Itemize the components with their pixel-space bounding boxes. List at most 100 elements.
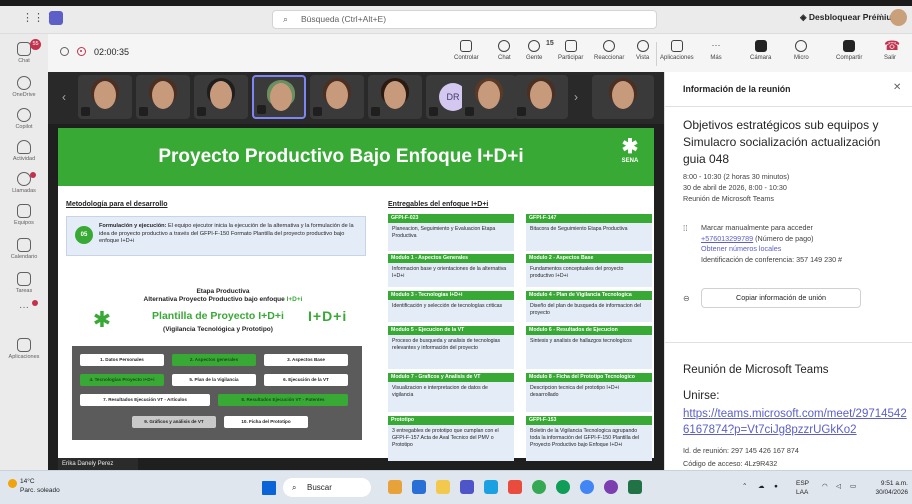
rail-label: OneDrive [12, 92, 36, 98]
people-label: Gente [526, 55, 543, 61]
entregable-body: Proceso de busqueda y analisis de tecnol… [388, 335, 514, 369]
battery-icon[interactable]: ▭ [850, 482, 856, 491]
rail-item-onedrive[interactable]: OneDrive [0, 76, 48, 98]
entregable-body: Identificación y selección de tecnología… [388, 300, 514, 322]
etapa-sub-highlight: I+D+i [286, 296, 303, 303]
weather-widget[interactable]: 14°C Parc. soleado [8, 477, 60, 495]
chat-label: Chat [498, 55, 511, 61]
participant-tile[interactable] [368, 75, 422, 119]
rail-item-copilot[interactable]: Copilot [0, 108, 48, 130]
chat-icon [17, 42, 31, 56]
step-bold: Formulación y ejecución: [99, 223, 167, 229]
meeting-title: Objetivos estratégicos sub equipos y Sim… [683, 118, 881, 166]
participant-tile[interactable] [310, 75, 364, 119]
store-icon[interactable] [508, 480, 522, 494]
clock[interactable]: 9:51 a.m. 30/04/2026 [866, 479, 908, 497]
participant-tile[interactable] [194, 75, 248, 119]
close-icon[interactable]: ✕ [893, 82, 901, 93]
chrome-profile-icon[interactable] [556, 480, 570, 494]
rail-item-activity[interactable]: Actividad [0, 140, 48, 162]
participant-tile[interactable] [136, 75, 190, 119]
teams-taskbar-icon[interactable] [460, 480, 474, 494]
module-button: 3. Aspectos Base [264, 354, 348, 366]
phone-link[interactable]: +576013299789 [701, 234, 753, 243]
share-icon [843, 40, 856, 52]
user-avatar[interactable] [890, 9, 907, 26]
participant-tile[interactable] [514, 75, 568, 119]
entregable-header: Modulo 4 - Plan de Vigilancia Tecnologic… [526, 291, 652, 300]
chat-button[interactable]: Chat [498, 40, 511, 61]
wifi-icon[interactable]: ◠ [822, 482, 828, 491]
join-url-link[interactable]: https://teams.microsoft.com/meet/2971454… [683, 406, 909, 438]
more-options-icon[interactable]: ··· [873, 9, 883, 20]
dialpad-icon: ⁞⁞ [683, 224, 688, 233]
rail-item-chat[interactable]: 55 Chat [0, 39, 48, 64]
language-layout: LAA [796, 489, 809, 496]
share-button[interactable]: Compartir [836, 40, 862, 61]
file-explorer-icon[interactable] [436, 480, 450, 494]
chevron-right-icon[interactable]: › [574, 90, 578, 104]
teams-icon [17, 204, 31, 218]
language-indicator[interactable]: ESP LAA [796, 479, 809, 497]
participant-tile[interactable] [78, 75, 132, 119]
view-label: Vista [636, 55, 650, 61]
camera-button[interactable]: Cámara [750, 40, 771, 61]
clock-date: 30/04/2026 [875, 489, 908, 496]
weather-desc: Parc. soleado [20, 487, 60, 494]
app-launcher-icon[interactable]: ⋮⋮⋮ [22, 12, 55, 24]
cloud-icon[interactable]: ☁ [758, 482, 765, 491]
mic-button[interactable]: Micro [794, 40, 809, 61]
chevron-up-icon[interactable]: ⌃ [742, 482, 747, 491]
record-icon [77, 47, 86, 56]
more-label: Más [710, 55, 722, 61]
excel-icon[interactable] [628, 480, 642, 494]
self-view-tile[interactable] [592, 75, 654, 119]
participant-tile-active[interactable] [252, 75, 306, 119]
local-numbers-link[interactable]: Obtener números locales [701, 244, 907, 255]
more-button[interactable]: ··· Más [710, 40, 722, 61]
leave-button[interactable]: ☎ Salir [884, 39, 900, 61]
react-button[interactable]: Reaccionar [594, 40, 624, 61]
people-button[interactable]: 15 Gente [526, 40, 554, 61]
task-view-icon[interactable] [412, 480, 426, 494]
search-input[interactable]: ⌕ Búsqueda (Ctrl+Alt+E) [272, 10, 657, 29]
mic-off-icon [197, 107, 206, 116]
app-icon[interactable] [604, 480, 618, 494]
mic-off-icon [313, 107, 322, 116]
meeting-time: 8:00 - 10:30 (2 horas 30 minutos) [683, 172, 790, 181]
premium-button[interactable]: ◈ Desbloquear Premium [800, 12, 899, 23]
mic-tray-icon[interactable]: ● [774, 482, 778, 491]
chevron-left-icon[interactable]: ‹ [62, 90, 66, 104]
meeting-id: Id. de reunión: 297 145 426 167 874 [683, 446, 799, 455]
rail-item-teams[interactable]: Equipos [0, 204, 48, 226]
chrome-profile-2-icon[interactable] [580, 480, 594, 494]
participant-face [94, 81, 116, 109]
windows-start-icon[interactable] [262, 481, 276, 495]
chrome-icon[interactable] [532, 480, 546, 494]
rail-item-more[interactable]: ··· [0, 300, 48, 313]
view-button[interactable]: Vista [636, 40, 649, 61]
control-button[interactable]: Controlar [454, 40, 479, 61]
rail-item-calls[interactable]: Llamadas [0, 172, 48, 194]
share-label: Compartir [836, 55, 863, 61]
rail-item-apps[interactable]: Aplicaciones [0, 338, 48, 360]
edge-icon[interactable] [484, 480, 498, 494]
divider [656, 42, 657, 66]
copy-join-info-button[interactable]: Copiar información de unión [701, 288, 861, 308]
widgets-icon[interactable] [388, 480, 402, 494]
raise-hand-button[interactable]: Participar [558, 40, 583, 61]
entregable-body: Boletin de la Vigilancia Tecnologica agr… [526, 425, 652, 461]
participant-face [152, 81, 174, 109]
taskbar-search[interactable]: ⌕ Buscar [283, 478, 371, 497]
step-text: Formulación y ejecución: El equipo ejecu… [99, 223, 361, 246]
rail-item-calendar[interactable]: Calendario [0, 238, 48, 260]
more-badge [32, 300, 38, 306]
participant-tile[interactable] [462, 75, 516, 119]
volume-icon[interactable]: ◁ [836, 482, 841, 491]
divider [665, 342, 912, 343]
rail-item-tasks[interactable]: Tareas [0, 272, 48, 294]
dial-label: Marcar manualmente para acceder [701, 223, 813, 232]
presenter-name: Erika Danely Perez [62, 461, 114, 467]
apps-button[interactable]: Aplicaciones [660, 40, 694, 61]
etapa-sub-prefix: Alternativa Proyecto Productivo bajo enf… [143, 296, 287, 303]
